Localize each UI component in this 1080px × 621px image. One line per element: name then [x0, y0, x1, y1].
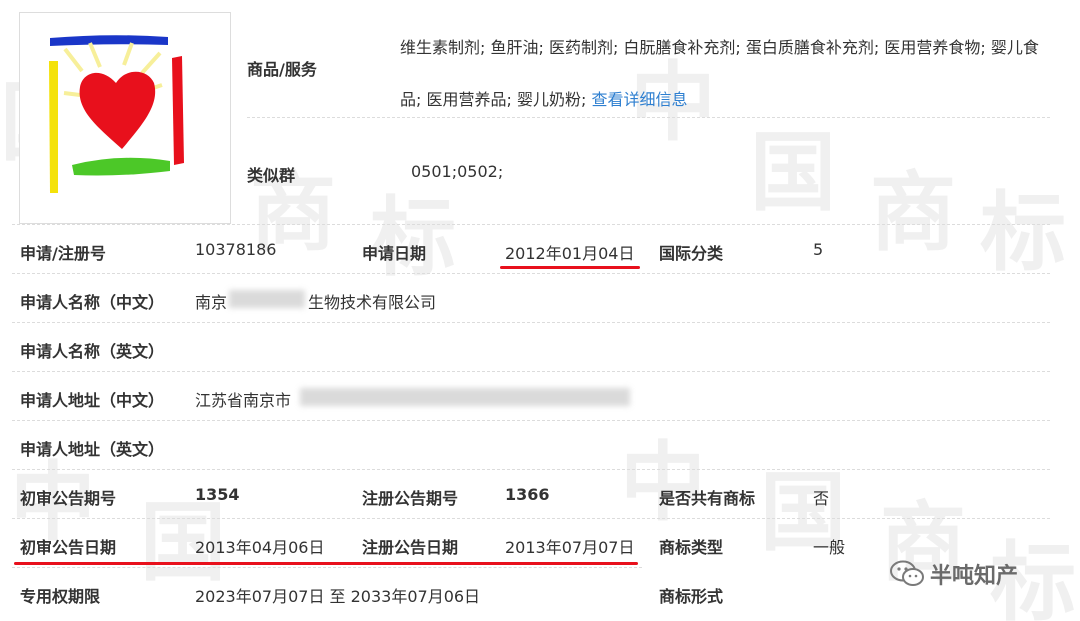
trademark-logo	[19, 12, 231, 224]
highlight-underline	[500, 266, 640, 269]
goods-label: 商品/服务	[247, 60, 317, 79]
divider	[12, 224, 1050, 225]
divider	[12, 518, 1050, 519]
prelim-issue-label: 初审公告期号	[20, 489, 117, 508]
reg-no-value: 10378186	[195, 240, 277, 259]
applicant-cn-label: 申请人名称（中文）	[20, 293, 165, 312]
address-cn-label: 申请人地址（中文）	[20, 391, 165, 410]
reg-no-label: 申请/注册号	[20, 244, 106, 263]
divider	[12, 420, 1050, 421]
intl-class-value: 5	[813, 240, 824, 259]
applicant-cn-suffix: 生物技术有限公司	[308, 293, 437, 312]
goods-text: 维生素制剂; 鱼肝油; 医药制剂; 白朊膳食补充剂; 蛋白质膳食补充剂; 医用营…	[400, 22, 1060, 126]
highlight-underline	[14, 562, 638, 565]
account-name: 半吨知产	[930, 564, 1019, 589]
prelim-date-label: 初审公告日期	[20, 538, 117, 557]
mark-form-label: 商标形式	[659, 587, 724, 606]
intl-class-label: 国际分类	[659, 244, 724, 263]
divider	[12, 273, 1050, 274]
exclusive-period-value: 2023年07月07日 至 2033年07月06日	[195, 587, 481, 606]
apply-date-value: 2012年01月04日	[505, 244, 635, 263]
shared-value: 否	[813, 489, 830, 508]
reg-date-label: 注册公告日期	[362, 538, 459, 557]
mark-type-value: 一般	[813, 538, 846, 557]
divider	[247, 117, 1050, 118]
reg-date-value: 2013年07月07日	[505, 538, 635, 557]
prelim-issue-value: 1354	[195, 485, 240, 504]
account-badge: 半吨知产	[890, 558, 1018, 590]
similar-group-label: 类似群	[247, 166, 296, 185]
applicant-cn-prefix: 南京	[195, 293, 228, 312]
address-en-label: 申请人地址（英文）	[20, 440, 165, 459]
divider	[12, 567, 642, 568]
heart-logo-icon	[49, 35, 184, 193]
apply-date-label: 申请日期	[362, 244, 427, 263]
divider	[12, 322, 1050, 323]
wechat-icon	[890, 560, 924, 586]
mark-type-label: 商标类型	[659, 538, 724, 557]
redacted-text	[229, 290, 305, 308]
similar-group-value: 0501;0502;	[411, 162, 504, 181]
trademark-detail: 商品/服务 维生素制剂; 鱼肝油; 医药制剂; 白朊膳食补充剂; 蛋白质膳食补充…	[0, 0, 1080, 621]
goods-list: 维生素制剂; 鱼肝油; 医药制剂; 白朊膳食补充剂; 蛋白质膳食补充剂; 医用营…	[400, 38, 1039, 109]
reg-issue-label: 注册公告期号	[362, 489, 459, 508]
exclusive-period-label: 专用权期限	[20, 587, 101, 606]
redacted-text	[300, 388, 630, 406]
prelim-date-value: 2013年04月06日	[195, 538, 325, 557]
applicant-en-label: 申请人名称（英文）	[20, 342, 165, 361]
shared-label: 是否共有商标	[659, 489, 756, 508]
divider	[12, 469, 1050, 470]
view-details-link[interactable]: 查看详细信息	[591, 90, 687, 109]
reg-issue-value: 1366	[505, 485, 550, 504]
address-cn-prefix: 江苏省南京市	[195, 391, 292, 410]
divider	[12, 371, 1050, 372]
